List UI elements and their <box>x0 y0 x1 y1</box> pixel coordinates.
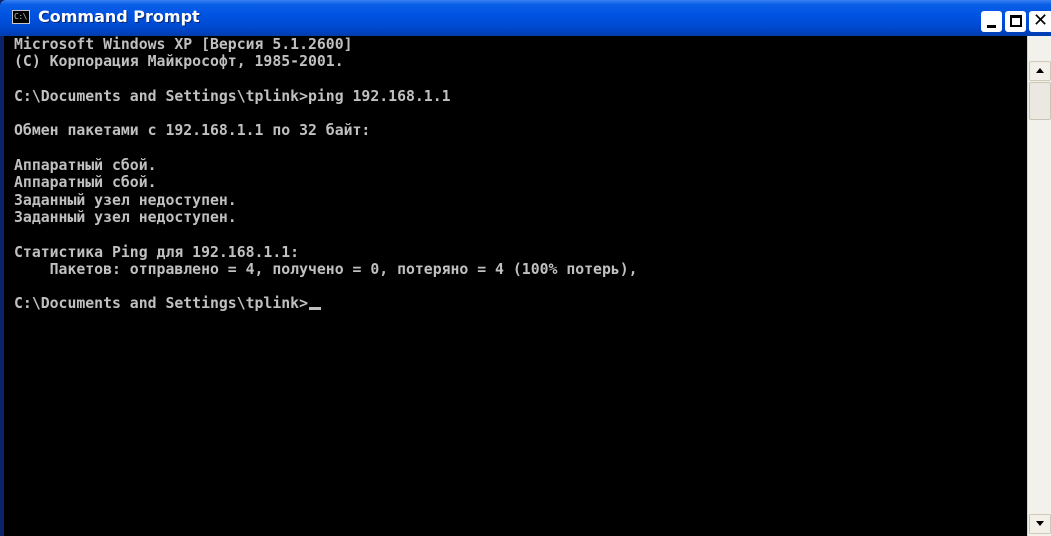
prompt-text: C:\Documents and Settings\tplink> <box>14 295 308 313</box>
console-line: C:\Documents and Settings\tplink>ping 19… <box>14 87 451 105</box>
minimize-button[interactable] <box>981 11 1002 32</box>
console-line: Статистика Ping для 192.168.1.1: <box>14 243 300 261</box>
minimize-icon <box>987 25 996 28</box>
console-output[interactable]: Microsoft Windows XP [Версия 5.1.2600] (… <box>4 36 1027 536</box>
close-icon: ✕ <box>1033 10 1049 31</box>
scroll-thumb[interactable] <box>1029 82 1051 120</box>
command-prompt-window: C:\ Command Prompt ✕ Microsoft Windows X… <box>0 0 1051 536</box>
console-line: Заданный узел недоступен. <box>14 208 237 226</box>
text-cursor <box>308 307 321 311</box>
console-line: Обмен пакетами с 192.168.1.1 по 32 байт: <box>14 122 371 140</box>
console-icon[interactable]: C:\ <box>12 10 30 24</box>
title-bar[interactable]: C:\ Command Prompt ✕ <box>0 0 1051 36</box>
console-line: Аппаратный сбой. <box>14 174 157 192</box>
arrow-up-icon <box>1036 68 1044 73</box>
scroll-up-button[interactable] <box>1029 61 1051 81</box>
prompt-line[interactable]: C:\Documents and Settings\tplink> <box>14 295 1027 312</box>
close-button[interactable]: ✕ <box>1029 11 1051 32</box>
maximize-button[interactable] <box>1005 11 1026 32</box>
vertical-scrollbar[interactable] <box>1027 36 1051 536</box>
console-line: Microsoft Windows XP [Версия 5.1.2600] <box>14 36 353 53</box>
console-line: Заданный узел недоступен. <box>14 191 237 209</box>
scroll-down-button[interactable] <box>1029 514 1051 534</box>
maximize-icon <box>1010 15 1022 27</box>
arrow-down-icon <box>1036 521 1044 526</box>
console-line: Аппаратный сбой. <box>14 157 157 175</box>
console-line: (С) Корпорация Майкрософт, 1985-2001. <box>14 53 344 71</box>
console-line: Пакетов: отправлено = 4, получено = 0, п… <box>14 260 638 278</box>
window-title: Command Prompt <box>38 7 200 26</box>
